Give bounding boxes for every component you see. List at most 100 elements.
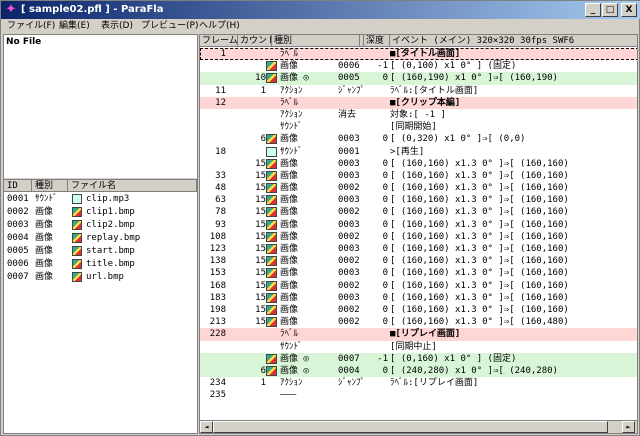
timeline-row[interactable]: 183 15 画像 0003 0[ (160,160) x1.3 0° ]⇒[ (160… xyxy=(200,292,637,304)
scroll-right-button[interactable]: ► xyxy=(622,421,635,433)
name-cell: 0002 xyxy=(338,207,360,218)
timeline-row[interactable]: 228 ﾗﾍﾞﾙ ■[リプレイ画面] xyxy=(200,328,637,341)
col-id[interactable]: ID xyxy=(4,180,32,192)
event-cell: [ (240,280) x1 0° ]⇒[ (240,280) xyxy=(390,365,558,376)
name-cell: 0001 xyxy=(338,146,360,157)
name-cell: 0007 xyxy=(338,353,360,364)
name-cell: 0005 xyxy=(338,73,360,84)
timeline-row[interactable]: 6 画像 0003 0[ (0,320) x1 0° ]⇒[ (0,0) xyxy=(200,133,637,145)
timeline-row[interactable]: 138 15 画像 0002 0[ (160,160) x1.3 0° ]⇒[ (160… xyxy=(200,255,637,267)
timeline-row[interactable]: ｻｳﾝﾄﾞ [同期中止] xyxy=(200,341,637,353)
col-count[interactable]: カウント xyxy=(238,35,272,47)
name-cell: ｼﾞｬﾝﾌﾟ xyxy=(338,378,366,389)
timeline-row[interactable]: 画像 0006 -1[ (0,100) x1 0° ] (固定) xyxy=(200,60,637,72)
timeline-rows: 1 ﾗﾍﾞﾙ ■[タイトル画面] 画像 0006 -1[ (0,100) x1 0° ] … xyxy=(200,48,637,401)
event-cell: [ (160,160) x1.3 0° ]⇒[ (160,160) xyxy=(390,304,569,315)
type-cell: 画像 xyxy=(280,158,299,169)
timeline-row[interactable]: ｻｳﾝﾄﾞ [同期開始] xyxy=(200,121,637,133)
menu-edit[interactable]: 編集(E) xyxy=(59,19,90,33)
event-cell: [ (160,160) x1.3 0° ]⇒[ (160,160) xyxy=(390,231,569,242)
image-icon xyxy=(72,207,82,217)
type-cell: 画像 xyxy=(280,244,299,254)
timeline-row[interactable]: ｱｸｼｮﾝ 消去 対象:[ -1 ] xyxy=(200,109,637,121)
menu-help[interactable]: ヘルプ(H) xyxy=(199,19,240,33)
image-icon xyxy=(266,244,277,254)
col-filename[interactable]: ファイル名 xyxy=(68,180,197,192)
timeline-row[interactable]: 10 画像 ◎ 0005 0[ (160,190) x1 0° ]⇒[ (160,19… xyxy=(200,72,637,85)
timeline-row[interactable]: 123 15 画像 0003 0[ (160,160) x1.3 0° ]⇒[ (160… xyxy=(200,243,637,255)
close-button[interactable]: X xyxy=(621,3,637,17)
file-list-item[interactable]: 0007 画像 url.bmp xyxy=(4,271,197,284)
maximize-button[interactable]: □ xyxy=(602,3,618,17)
timeline-row[interactable]: 1 ﾗﾍﾞﾙ ■[タイトル画面] xyxy=(200,48,637,61)
file-list-item[interactable]: 0005 画像 start.bmp xyxy=(4,245,197,258)
col-depth[interactable]: 深度 xyxy=(364,35,390,47)
timeline-row[interactable]: 18 ｻｳﾝﾄﾞ 0001 >[再生] xyxy=(200,146,637,158)
timeline-row[interactable]: 168 15 画像 0002 0[ (160,160) x1.3 0° ]⇒[ (160… xyxy=(200,280,637,292)
timeline-row[interactable]: 153 15 画像 0003 0[ (160,160) x1.3 0° ]⇒[ (160… xyxy=(200,267,637,279)
timeline-row[interactable]: 画像 ◎ 0007 -1[ (0,160) x1 0° ] (固定) xyxy=(200,352,637,365)
scroll-thumb[interactable] xyxy=(213,421,608,433)
menu-view[interactable]: 表示(D) xyxy=(101,19,133,33)
scroll-left-button[interactable]: ◄ xyxy=(200,421,213,433)
event-cell: ﾗﾍﾞﾙ:[リプレイ画面] xyxy=(390,378,479,389)
type-cell: ﾗﾍﾞﾙ xyxy=(280,329,299,340)
event-cell: [ (160,160) x1.3 0° ]⇒[ (160,160) xyxy=(390,158,569,169)
menu-preview[interactable]: プレビュー(P) xyxy=(141,19,198,33)
frame-cell: 33 xyxy=(215,170,226,181)
depth-cell: 0 xyxy=(382,304,388,315)
depth-cell: 0 xyxy=(382,256,388,267)
frame-cell: 198 xyxy=(209,304,226,315)
file-list-item[interactable]: 0006 画像 title.bmp xyxy=(4,258,197,271)
timeline-row[interactable]: 198 15 画像 0002 0[ (160,160) x1.3 0° ]⇒[ (160… xyxy=(200,304,637,316)
file-list-item[interactable]: 0001 ｻｳﾝﾄﾞ clip.mp3 xyxy=(4,193,197,206)
type-cell: ｻｳﾝﾄﾞ xyxy=(280,146,303,157)
event-cell: [ (160,160) x1.3 0° ]⇒[ (160,160) xyxy=(390,292,569,303)
title-bar[interactable]: ✦ [ sample02.pfl ] - ParaFla _ □ X xyxy=(1,1,640,19)
image-icon xyxy=(72,220,82,230)
timeline-row[interactable]: 235 ——— xyxy=(200,389,637,401)
image-icon xyxy=(266,268,277,279)
image-icon xyxy=(266,304,277,315)
file-list-item[interactable]: 0003 画像 clip2.bmp xyxy=(4,219,197,232)
timeline-row[interactable]: 234 1 ｱｸｼｮﾝ ｼﾞｬﾝﾌﾟ ﾗﾍﾞﾙ:[リプレイ画面] xyxy=(200,377,637,389)
image-icon xyxy=(266,207,277,218)
type-cell: ｱｸｼｮﾝ xyxy=(280,85,303,96)
minimize-button[interactable]: _ xyxy=(585,3,601,17)
sound-icon xyxy=(266,146,277,157)
timeline-row[interactable]: 15 画像 0003 0[ (160,160) x1.3 0° ]⇒[ (160,16… xyxy=(200,158,637,170)
timeline-row[interactable]: 11 1 ｱｸｼｮﾝ ｼﾞｬﾝﾌﾟ ﾗﾍﾞﾙ:[タイトル画面] xyxy=(200,85,637,97)
timeline-row[interactable]: 108 15 画像 0002 0[ (160,160) x1.3 0° ]⇒[ (160… xyxy=(200,231,637,243)
file-name: url.bmp xyxy=(86,272,124,282)
timeline-row[interactable]: 12 ﾗﾍﾞﾙ ■[クリップ本編] xyxy=(200,96,637,109)
app-window: ✦ [ sample02.pfl ] - ParaFla _ □ X ファイル(… xyxy=(0,0,640,436)
file-name: start.bmp xyxy=(86,246,135,256)
depth-cell: 0 xyxy=(382,219,388,230)
file-list-item[interactable]: 0004 画像 replay.bmp xyxy=(4,232,197,245)
timeline-row[interactable]: 78 15 画像 0002 0[ (160,160) x1.3 0° ]⇒[ (160,… xyxy=(200,206,637,218)
name-cell: 0003 xyxy=(338,219,360,230)
col-kind[interactable]: 種別 xyxy=(32,180,68,192)
frame-cell: 138 xyxy=(209,256,226,267)
timeline-row[interactable]: 48 15 画像 0002 0[ (160,160) x1.3 0° ]⇒[ (160,… xyxy=(200,182,637,194)
timeline-row[interactable]: 33 15 画像 0003 0[ (160,160) x1.3 0° ]⇒[ (160,… xyxy=(200,170,637,182)
timeline-row[interactable]: 6 画像 ◎ 0004 0[ (240,280) x1 0° ]⇒[ (240,280… xyxy=(200,364,637,378)
menu-file[interactable]: ファイル(F) xyxy=(7,19,55,33)
file-id: 0006 xyxy=(7,259,29,269)
col-type[interactable]: 種別 xyxy=(272,35,360,47)
image-icon xyxy=(72,233,82,243)
horizontal-scrollbar[interactable]: ◄ ► xyxy=(200,420,637,433)
col-event[interactable]: イベント (メイン) 320×320 30fps SWF6 xyxy=(390,35,637,47)
timeline-row[interactable]: 93 15 画像 0003 0[ (160,160) x1.3 0° ]⇒[ (160,… xyxy=(200,219,637,231)
frame-cell: 123 xyxy=(209,244,226,254)
timeline-row[interactable]: 213 15 画像 0002 0[ (160,160) x1.3 0° ]⇒[ (160… xyxy=(200,316,637,328)
depth-cell: -1 xyxy=(377,353,388,364)
frame-cell: 48 xyxy=(215,183,226,194)
file-list-item[interactable]: 0002 画像 clip1.bmp xyxy=(4,206,197,219)
frame-cell: 183 xyxy=(209,292,226,303)
col-frame[interactable]: フレーム xyxy=(200,35,238,47)
file-name: replay.bmp xyxy=(86,233,141,243)
timeline-row[interactable]: 63 15 画像 0003 0[ (160,160) x1.3 0° ]⇒[ (160,… xyxy=(200,194,637,206)
name-cell: 0003 xyxy=(338,170,360,181)
type-cell: 画像 ◎ xyxy=(280,365,309,376)
